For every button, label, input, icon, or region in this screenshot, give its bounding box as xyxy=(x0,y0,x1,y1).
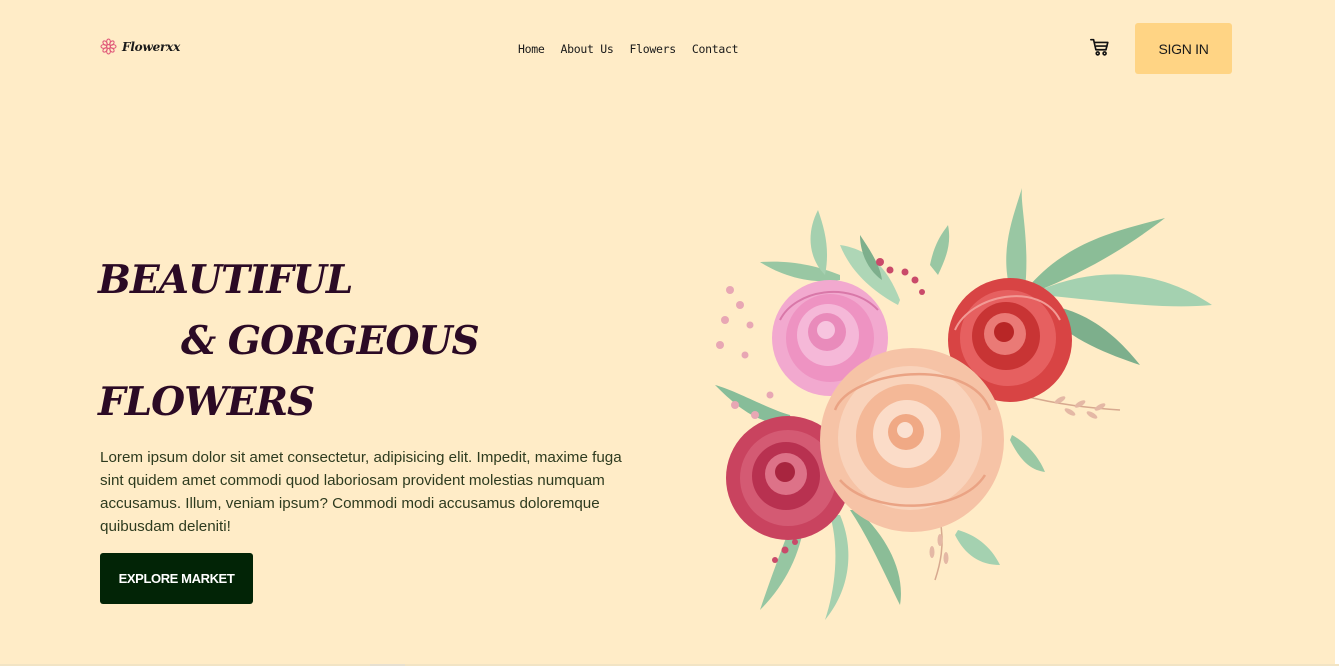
logo-text: Flowerxx xyxy=(122,39,181,54)
hero-title-line-2: & GORGEOUS xyxy=(181,318,480,364)
hero-title-line-3: FLOWERS xyxy=(98,379,315,425)
flower-bouquet-illustration xyxy=(715,188,1212,620)
hero-title: BEAUTIFUL & GORGEOUS FLOWERS xyxy=(98,250,618,433)
sign-in-button[interactable]: SIGN IN xyxy=(1135,23,1232,74)
flower-icon xyxy=(100,38,117,55)
nav-about-us[interactable]: About Us xyxy=(561,42,614,56)
nav-flowers[interactable]: Flowers xyxy=(630,42,677,56)
cart-icon[interactable] xyxy=(1089,36,1111,58)
page-edge xyxy=(1335,0,1339,666)
hero-description: Lorem ipsum dolor sit amet consectetur, … xyxy=(100,449,622,535)
hero-title-line-1: BEAUTIFUL xyxy=(98,257,353,303)
nav-home[interactable]: Home xyxy=(518,42,545,56)
nav-contact[interactable]: Contact xyxy=(692,42,739,56)
logo[interactable]: Flowerxx xyxy=(100,38,180,55)
main-nav: Home About Us Flowers Contact xyxy=(518,42,739,56)
explore-market-button[interactable]: EXPLORE MARKET xyxy=(100,553,253,604)
